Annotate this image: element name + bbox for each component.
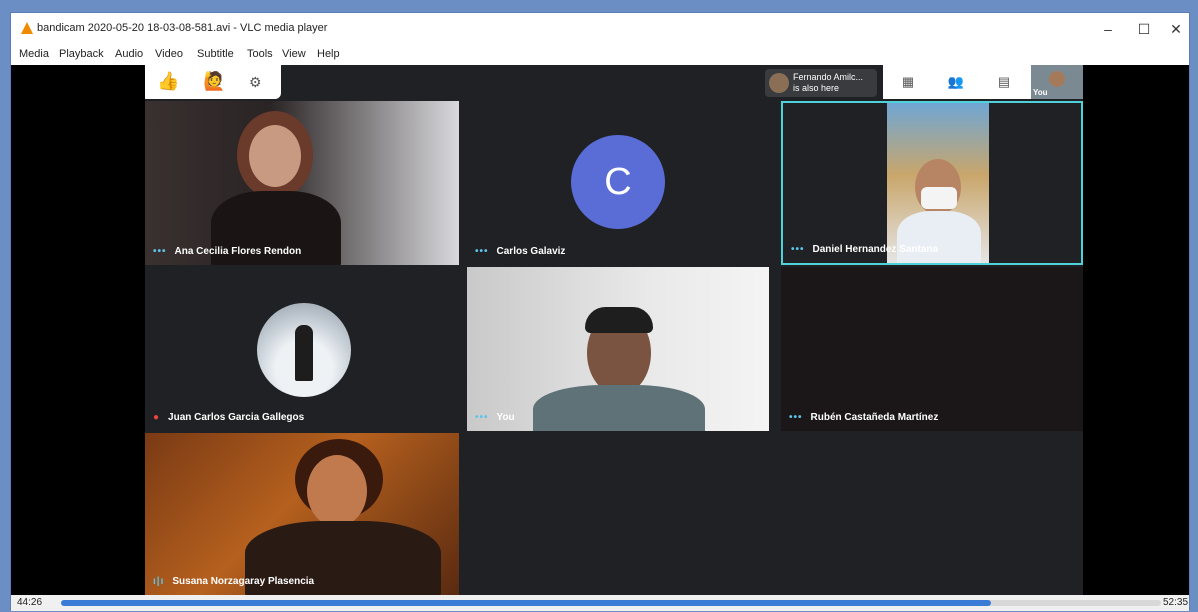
body-shape — [533, 385, 705, 431]
meeting-view: 👍 🙋 ⚙ Fernando Amilc... is also here ▦ 👥… — [145, 65, 1083, 595]
maximize-button[interactable]: ☐ — [1129, 19, 1159, 39]
playback-bar: 44:26 52:35 — [11, 595, 1189, 611]
menu-media[interactable]: Media — [19, 48, 49, 60]
notification-toast: Fernando Amilc... is also here — [765, 69, 877, 97]
face-shape — [307, 455, 367, 527]
participant-tile[interactable]: C ••• Carlos Galaviz — [467, 101, 769, 265]
menu-bar: Media Playback Audio Video Subtitle Tool… — [11, 45, 1189, 65]
seek-fill — [61, 600, 991, 606]
meeting-toolbar: ▦ 👥 ▤ — [883, 65, 1031, 99]
participant-name: Susana Norzagaray Plasencia — [172, 576, 315, 587]
participant-name: Ana Cecilia Flores Rendon — [174, 246, 302, 257]
grid-layout-icon[interactable]: ▦ — [899, 73, 917, 91]
participant-tile[interactable]: ı|ı Susana Norzagaray Plasencia — [145, 433, 459, 595]
notification-text: is also here — [793, 83, 840, 93]
hair-shape — [585, 307, 653, 333]
close-button[interactable]: ✕ — [1161, 19, 1191, 39]
person-silhouette — [295, 325, 313, 381]
notification-name: Fernando Amilc... — [793, 72, 864, 82]
participant-name: Carlos Galaviz — [496, 246, 566, 257]
self-view-label: You — [1033, 88, 1048, 97]
face-shape — [249, 125, 301, 187]
participant-tile[interactable]: ● Juan Carlos Garcia Gallegos — [145, 267, 459, 431]
menu-playback[interactable]: Playback — [59, 48, 104, 60]
self-view-thumbnail[interactable]: You — [1031, 65, 1083, 99]
window-title: bandicam 2020-05-20 18-03-08-581.avi - V… — [37, 22, 328, 34]
avatar — [769, 73, 789, 93]
face-shape — [1049, 71, 1065, 87]
menu-help[interactable]: Help — [317, 48, 340, 60]
total-time: 52:35 — [1163, 597, 1189, 608]
vlc-cone-icon — [21, 22, 33, 34]
menu-video[interactable]: Video — [155, 48, 183, 60]
participant-tile[interactable]: ••• Rubén Castañeda Martínez — [781, 267, 1083, 431]
raise-hand-icon[interactable]: 🙋 — [203, 71, 225, 92]
title-bar: bandicam 2020-05-20 18-03-08-581.avi - V… — [11, 13, 1189, 45]
participant-tile[interactable]: ••• Ana Cecilia Flores Rendon — [145, 101, 459, 265]
participant-name: Daniel Hernandez Santana — [812, 244, 939, 255]
video-feed — [887, 103, 989, 263]
menu-audio[interactable]: Audio — [115, 48, 143, 60]
menu-view[interactable]: View — [282, 48, 306, 60]
people-icon[interactable]: 👥 — [947, 73, 965, 91]
avatar — [257, 303, 351, 397]
participant-name: Rubén Castañeda Martínez — [810, 412, 939, 423]
elapsed-time: 44:26 — [17, 597, 43, 608]
avatar: C — [571, 135, 665, 229]
chat-icon[interactable]: ▤ — [995, 73, 1013, 91]
participant-name: You — [496, 412, 515, 423]
settings-icon[interactable]: ⚙ — [249, 74, 262, 91]
reactions-bar: 👍 🙋 ⚙ — [145, 65, 281, 99]
menu-tools[interactable]: Tools — [247, 48, 273, 60]
thumbs-up-icon[interactable]: 👍 — [157, 71, 179, 92]
minimize-button[interactable]: – — [1093, 19, 1123, 39]
participant-tile[interactable]: ••• You — [467, 267, 769, 431]
mask-shape — [921, 187, 957, 209]
vlc-window: bandicam 2020-05-20 18-03-08-581.avi - V… — [10, 12, 1190, 611]
menu-subtitle[interactable]: Subtitle — [197, 48, 234, 60]
participant-tile-active[interactable]: ••• Daniel Hernandez Santana — [781, 101, 1083, 265]
seek-slider[interactable] — [61, 600, 1161, 606]
video-area[interactable]: 👍 🙋 ⚙ Fernando Amilc... is also here ▦ 👥… — [11, 65, 1189, 595]
participant-name: Juan Carlos Garcia Gallegos — [168, 412, 305, 423]
body-shape — [897, 211, 981, 263]
